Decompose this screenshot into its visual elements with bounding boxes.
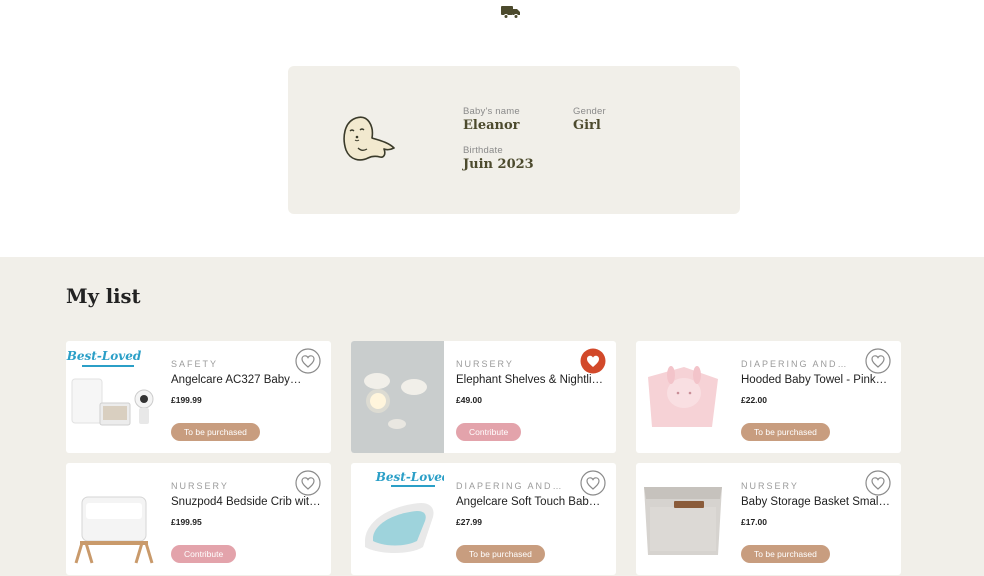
product-price: £199.99 <box>171 395 202 405</box>
gender-label: Gender <box>573 106 606 117</box>
product-name[interactable]: Angelcare Soft Touch Baby… <box>456 496 606 508</box>
product-price: £22.00 <box>741 395 767 405</box>
product-name[interactable]: Snuzpod4 Bedside Crib with… <box>171 496 321 508</box>
my-list-section: My list Best-Loved SAFETY Angelcare AC32… <box>0 257 984 576</box>
baby-name-field: Baby's name Eleanor <box>463 106 520 133</box>
birthdate-value: Juin 2023 <box>463 157 534 172</box>
product-name[interactable]: Angelcare AC327 Baby… <box>171 374 321 386</box>
product-name[interactable]: Elephant Shelves & Nightlight <box>456 374 606 386</box>
baby-name-label: Baby's name <box>463 106 520 117</box>
birthdate-field: Birthdate Juin 2023 <box>463 145 534 172</box>
heart-outline-icon[interactable] <box>295 348 321 374</box>
contribute-button[interactable]: Contribute <box>171 545 237 563</box>
product-image-hooded-towel <box>648 366 718 427</box>
contribute-button[interactable]: Contribute <box>456 423 522 441</box>
product-card[interactable]: NURSERY Elephant Shelves & Nightlight £4… <box>351 341 616 453</box>
gender-field: Gender Girl <box>573 106 606 133</box>
product-image-bath-support: Best-Loved <box>365 470 444 553</box>
heart-outline-icon[interactable] <box>580 470 606 496</box>
heart-outline-icon[interactable] <box>865 348 891 374</box>
product-name[interactable]: Baby Storage Basket Small,… <box>741 496 891 508</box>
product-price: £49.00 <box>456 395 482 405</box>
truck-icon <box>501 6 520 19</box>
seal-icon <box>343 116 395 161</box>
to-be-purchased-button[interactable]: To be purchased <box>171 423 260 441</box>
heart-outline-icon[interactable] <box>865 470 891 496</box>
product-card[interactable]: DIAPERING AND… Hooded Baby Towel - Pink…… <box>636 341 901 453</box>
to-be-purchased-button[interactable]: To be purchased <box>741 423 830 441</box>
list-title: My list <box>66 285 141 308</box>
heart-outline-icon[interactable] <box>295 470 321 496</box>
best-loved-badge: Best-Loved <box>375 470 444 484</box>
product-image-storage-basket <box>644 487 722 555</box>
product-card[interactable]: NURSERY Baby Storage Basket Small,… £17.… <box>636 463 901 575</box>
best-loved-badge: Best-Loved <box>66 349 142 363</box>
product-card[interactable]: Best-Loved SAFETY Angelcare AC327 Baby… … <box>66 341 331 453</box>
product-image-elephant-shelves <box>351 341 444 453</box>
heart-filled-icon[interactable] <box>580 348 606 374</box>
product-name[interactable]: Hooded Baby Towel - Pink… <box>741 374 891 386</box>
product-price: £27.99 <box>456 517 482 527</box>
product-image-bedside-crib <box>74 496 154 564</box>
baby-name-value: Eleanor <box>463 118 520 133</box>
to-be-purchased-button[interactable]: To be purchased <box>456 545 545 563</box>
product-price: £17.00 <box>741 517 767 527</box>
product-card[interactable]: Best-Loved DIAPERING AND… Angelcare Soft… <box>351 463 616 575</box>
gender-value: Girl <box>573 118 601 133</box>
product-card[interactable]: NURSERY Snuzpod4 Bedside Crib with… £199… <box>66 463 331 575</box>
baby-profile-card: Baby's name Eleanor Gender Girl Birthdat… <box>288 66 740 214</box>
product-price: £199.95 <box>171 517 202 527</box>
birthdate-label: Birthdate <box>463 145 503 156</box>
to-be-purchased-button[interactable]: To be purchased <box>741 545 830 563</box>
product-image-baby-monitor: Best-Loved <box>66 349 154 426</box>
